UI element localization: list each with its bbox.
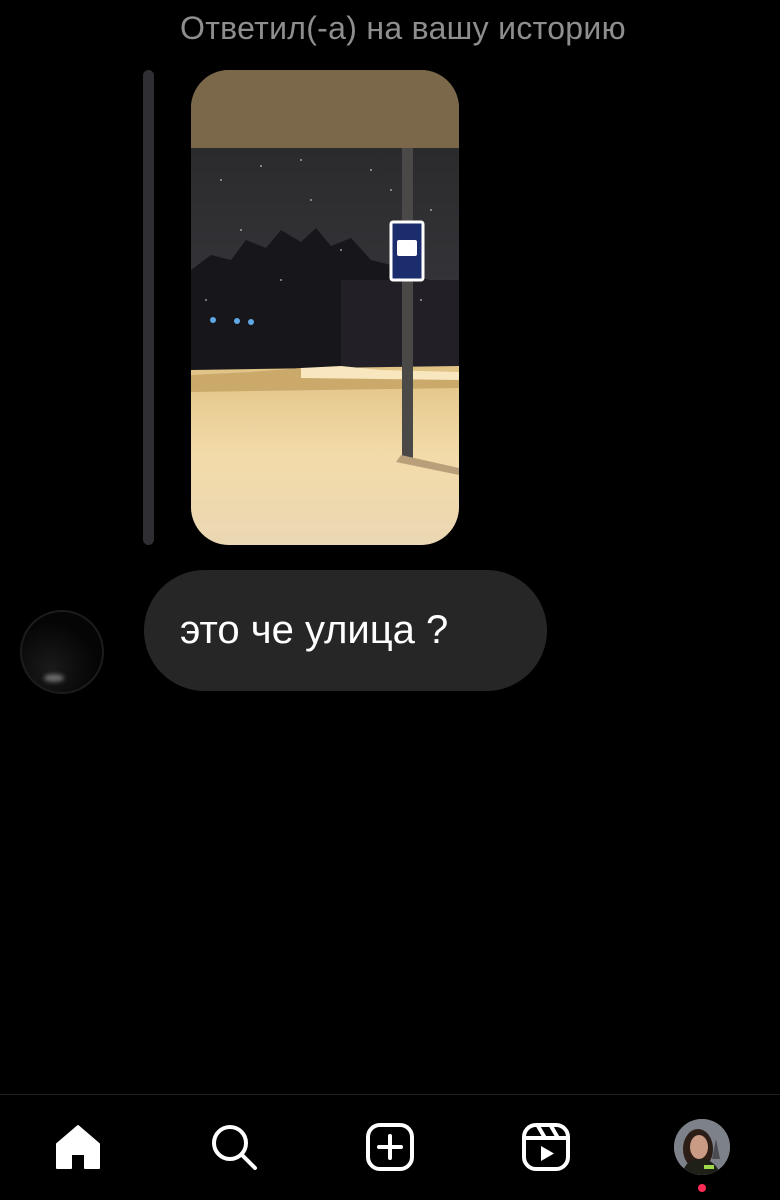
search-icon [212,1125,257,1170]
nav-home-button[interactable] [50,1119,106,1175]
avatar-highlight [44,674,64,682]
nav-reels-button[interactable] [518,1119,574,1175]
nav-profile-button[interactable] [674,1119,730,1175]
nav-create-button[interactable] [362,1119,418,1175]
message-bubble[interactable]: это че улица ? [144,570,547,691]
sender-avatar[interactable] [20,610,104,694]
story-preview-thumbnail[interactable] [191,70,459,545]
reels-icon [522,1123,570,1171]
dm-thread-screen: Ответил(-а) на вашу историю это че улица… [0,0,780,1200]
nav-search-button[interactable] [206,1119,262,1175]
bottom-navigation-bar [0,1094,780,1200]
create-post-icon [366,1123,414,1171]
story-reply-label: Ответил(-а) на вашу историю [180,10,626,46]
profile-avatar-image [674,1119,730,1175]
story-image [191,70,459,545]
home-icon [56,1125,100,1169]
message-text: это че улица ? [180,608,449,652]
reply-indicator-bar [143,70,154,545]
profile-notification-dot [698,1184,706,1192]
